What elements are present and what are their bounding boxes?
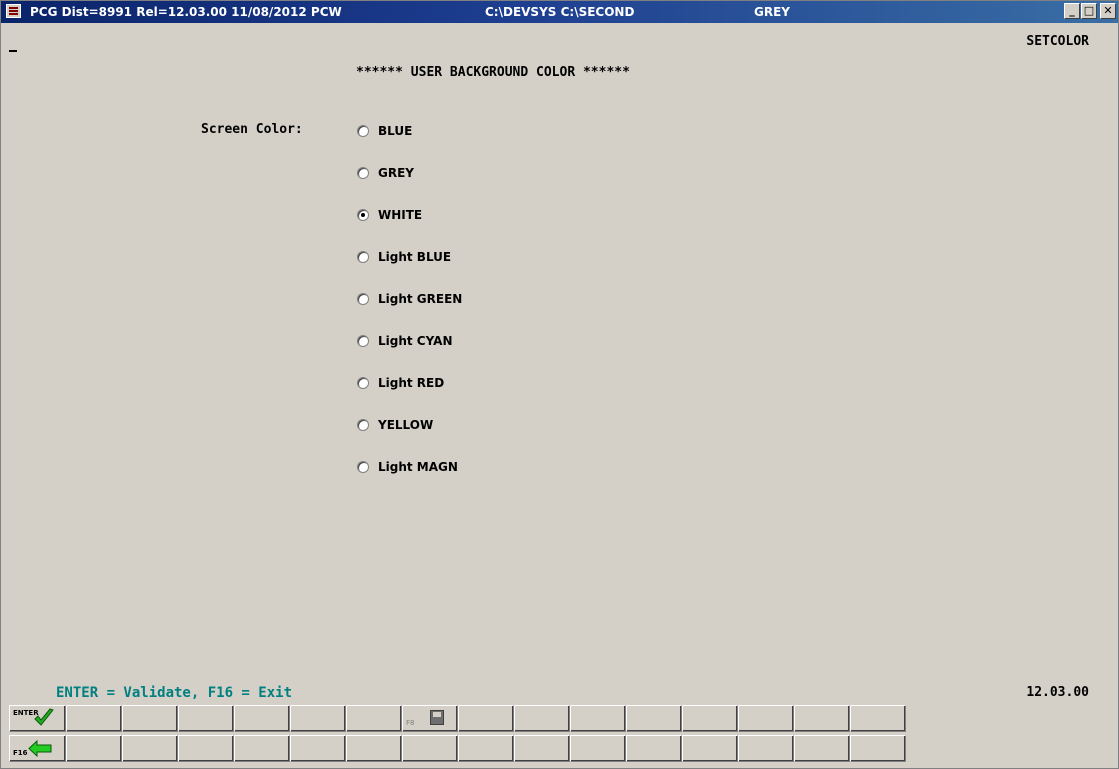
function-key-button[interactable] <box>402 735 458 762</box>
radio-circle-icon[interactable] <box>357 419 369 431</box>
function-key-bar-top: ENTER F8 <box>9 705 906 732</box>
f16-exit-button[interactable]: F16 <box>9 735 66 762</box>
screen-color-label: Screen Color: <box>201 122 303 137</box>
radio-white[interactable]: WHITE <box>357 205 422 225</box>
radio-light-blue[interactable]: Light BLUE <box>357 247 451 267</box>
save-disk-icon <box>430 710 444 725</box>
enter-key-button[interactable]: ENTER <box>9 705 66 732</box>
radio-label: GREY <box>378 166 414 180</box>
app-menu-icon[interactable] <box>6 4 21 18</box>
radio-circle-icon[interactable] <box>357 125 369 137</box>
key-hint: ENTER = Validate, F16 = Exit <box>56 685 293 701</box>
function-key-button[interactable] <box>290 735 346 762</box>
radio-circle-icon[interactable] <box>357 293 369 305</box>
radio-light-cyan[interactable]: Light CYAN <box>357 331 452 351</box>
radio-label: Light RED <box>378 376 445 390</box>
radio-circle-icon[interactable] <box>357 377 369 389</box>
text-cursor <box>9 50 17 52</box>
radio-circle-icon[interactable] <box>357 461 369 473</box>
function-key-button[interactable] <box>66 705 122 732</box>
function-key-button[interactable] <box>682 735 738 762</box>
function-key-button[interactable] <box>514 735 570 762</box>
radio-circle-checked-icon[interactable] <box>357 209 369 221</box>
function-key-button[interactable] <box>122 705 178 732</box>
function-key-button[interactable] <box>570 705 626 732</box>
function-key-button[interactable] <box>458 705 514 732</box>
radio-circle-icon[interactable] <box>357 251 369 263</box>
function-key-button[interactable] <box>178 735 234 762</box>
radio-light-green[interactable]: Light GREEN <box>357 289 462 309</box>
check-icon <box>34 708 54 726</box>
radio-label: Light GREEN <box>378 292 463 306</box>
radio-light-magn[interactable]: Light MAGN <box>357 457 458 477</box>
radio-light-red[interactable]: Light RED <box>357 373 444 393</box>
title-paths: C:\DEVSYS C:\SECOND <box>485 5 635 19</box>
version-number: 12.03.00 <box>1026 685 1089 700</box>
function-key-button[interactable] <box>178 705 234 732</box>
title-bar: PCG Dist=8991 Rel=12.03.00 11/08/2012 PC… <box>1 1 1118 23</box>
function-key-button[interactable] <box>626 735 682 762</box>
radio-label: Light BLUE <box>378 250 452 264</box>
function-key-button[interactable] <box>290 705 346 732</box>
function-key-button[interactable] <box>234 705 290 732</box>
function-key-button[interactable] <box>626 705 682 732</box>
title-dist-release: PCG Dist=8991 Rel=12.03.00 11/08/2012 PC… <box>30 5 342 19</box>
radio-label: Light CYAN <box>378 334 453 348</box>
function-key-button[interactable] <box>570 735 626 762</box>
function-key-button[interactable] <box>514 705 570 732</box>
function-key-button[interactable] <box>738 735 794 762</box>
form-id: SETCOLOR <box>1026 34 1089 49</box>
function-key-button[interactable] <box>458 735 514 762</box>
radio-yellow[interactable]: YELLOW <box>357 415 433 435</box>
radio-blue[interactable]: BLUE <box>357 121 412 141</box>
radio-grey[interactable]: GREY <box>357 163 414 183</box>
function-key-button[interactable] <box>346 705 402 732</box>
function-key-button[interactable] <box>66 735 122 762</box>
function-key-button[interactable] <box>794 735 850 762</box>
function-key-button[interactable] <box>850 735 906 762</box>
f8-key-label: F8 <box>406 719 415 727</box>
application-window: PCG Dist=8991 Rel=12.03.00 11/08/2012 PC… <box>0 0 1119 769</box>
radio-label: BLUE <box>378 124 413 138</box>
close-button[interactable]: ✕ <box>1100 3 1116 19</box>
title-color: GREY <box>754 5 790 19</box>
function-key-button[interactable] <box>234 735 290 762</box>
f16-key-label: F16 <box>13 749 28 757</box>
function-key-button[interactable] <box>122 735 178 762</box>
radio-label: YELLOW <box>378 418 434 432</box>
minimize-button[interactable]: _ <box>1064 3 1080 19</box>
function-key-button[interactable] <box>346 735 402 762</box>
function-key-bar-bottom: F16 <box>9 735 906 762</box>
f8-save-button[interactable]: F8 <box>402 705 458 732</box>
radio-circle-icon[interactable] <box>357 167 369 179</box>
back-arrow-icon <box>28 740 52 757</box>
radio-label: Light MAGN <box>378 460 458 474</box>
function-key-button[interactable] <box>794 705 850 732</box>
function-key-button[interactable] <box>682 705 738 732</box>
page-title: ****** USER BACKGROUND COLOR ****** <box>356 65 630 80</box>
maximize-button[interactable]: □ <box>1081 3 1097 19</box>
function-key-button[interactable] <box>738 705 794 732</box>
radio-circle-icon[interactable] <box>357 335 369 347</box>
radio-label: WHITE <box>378 208 423 222</box>
function-key-button[interactable] <box>850 705 906 732</box>
